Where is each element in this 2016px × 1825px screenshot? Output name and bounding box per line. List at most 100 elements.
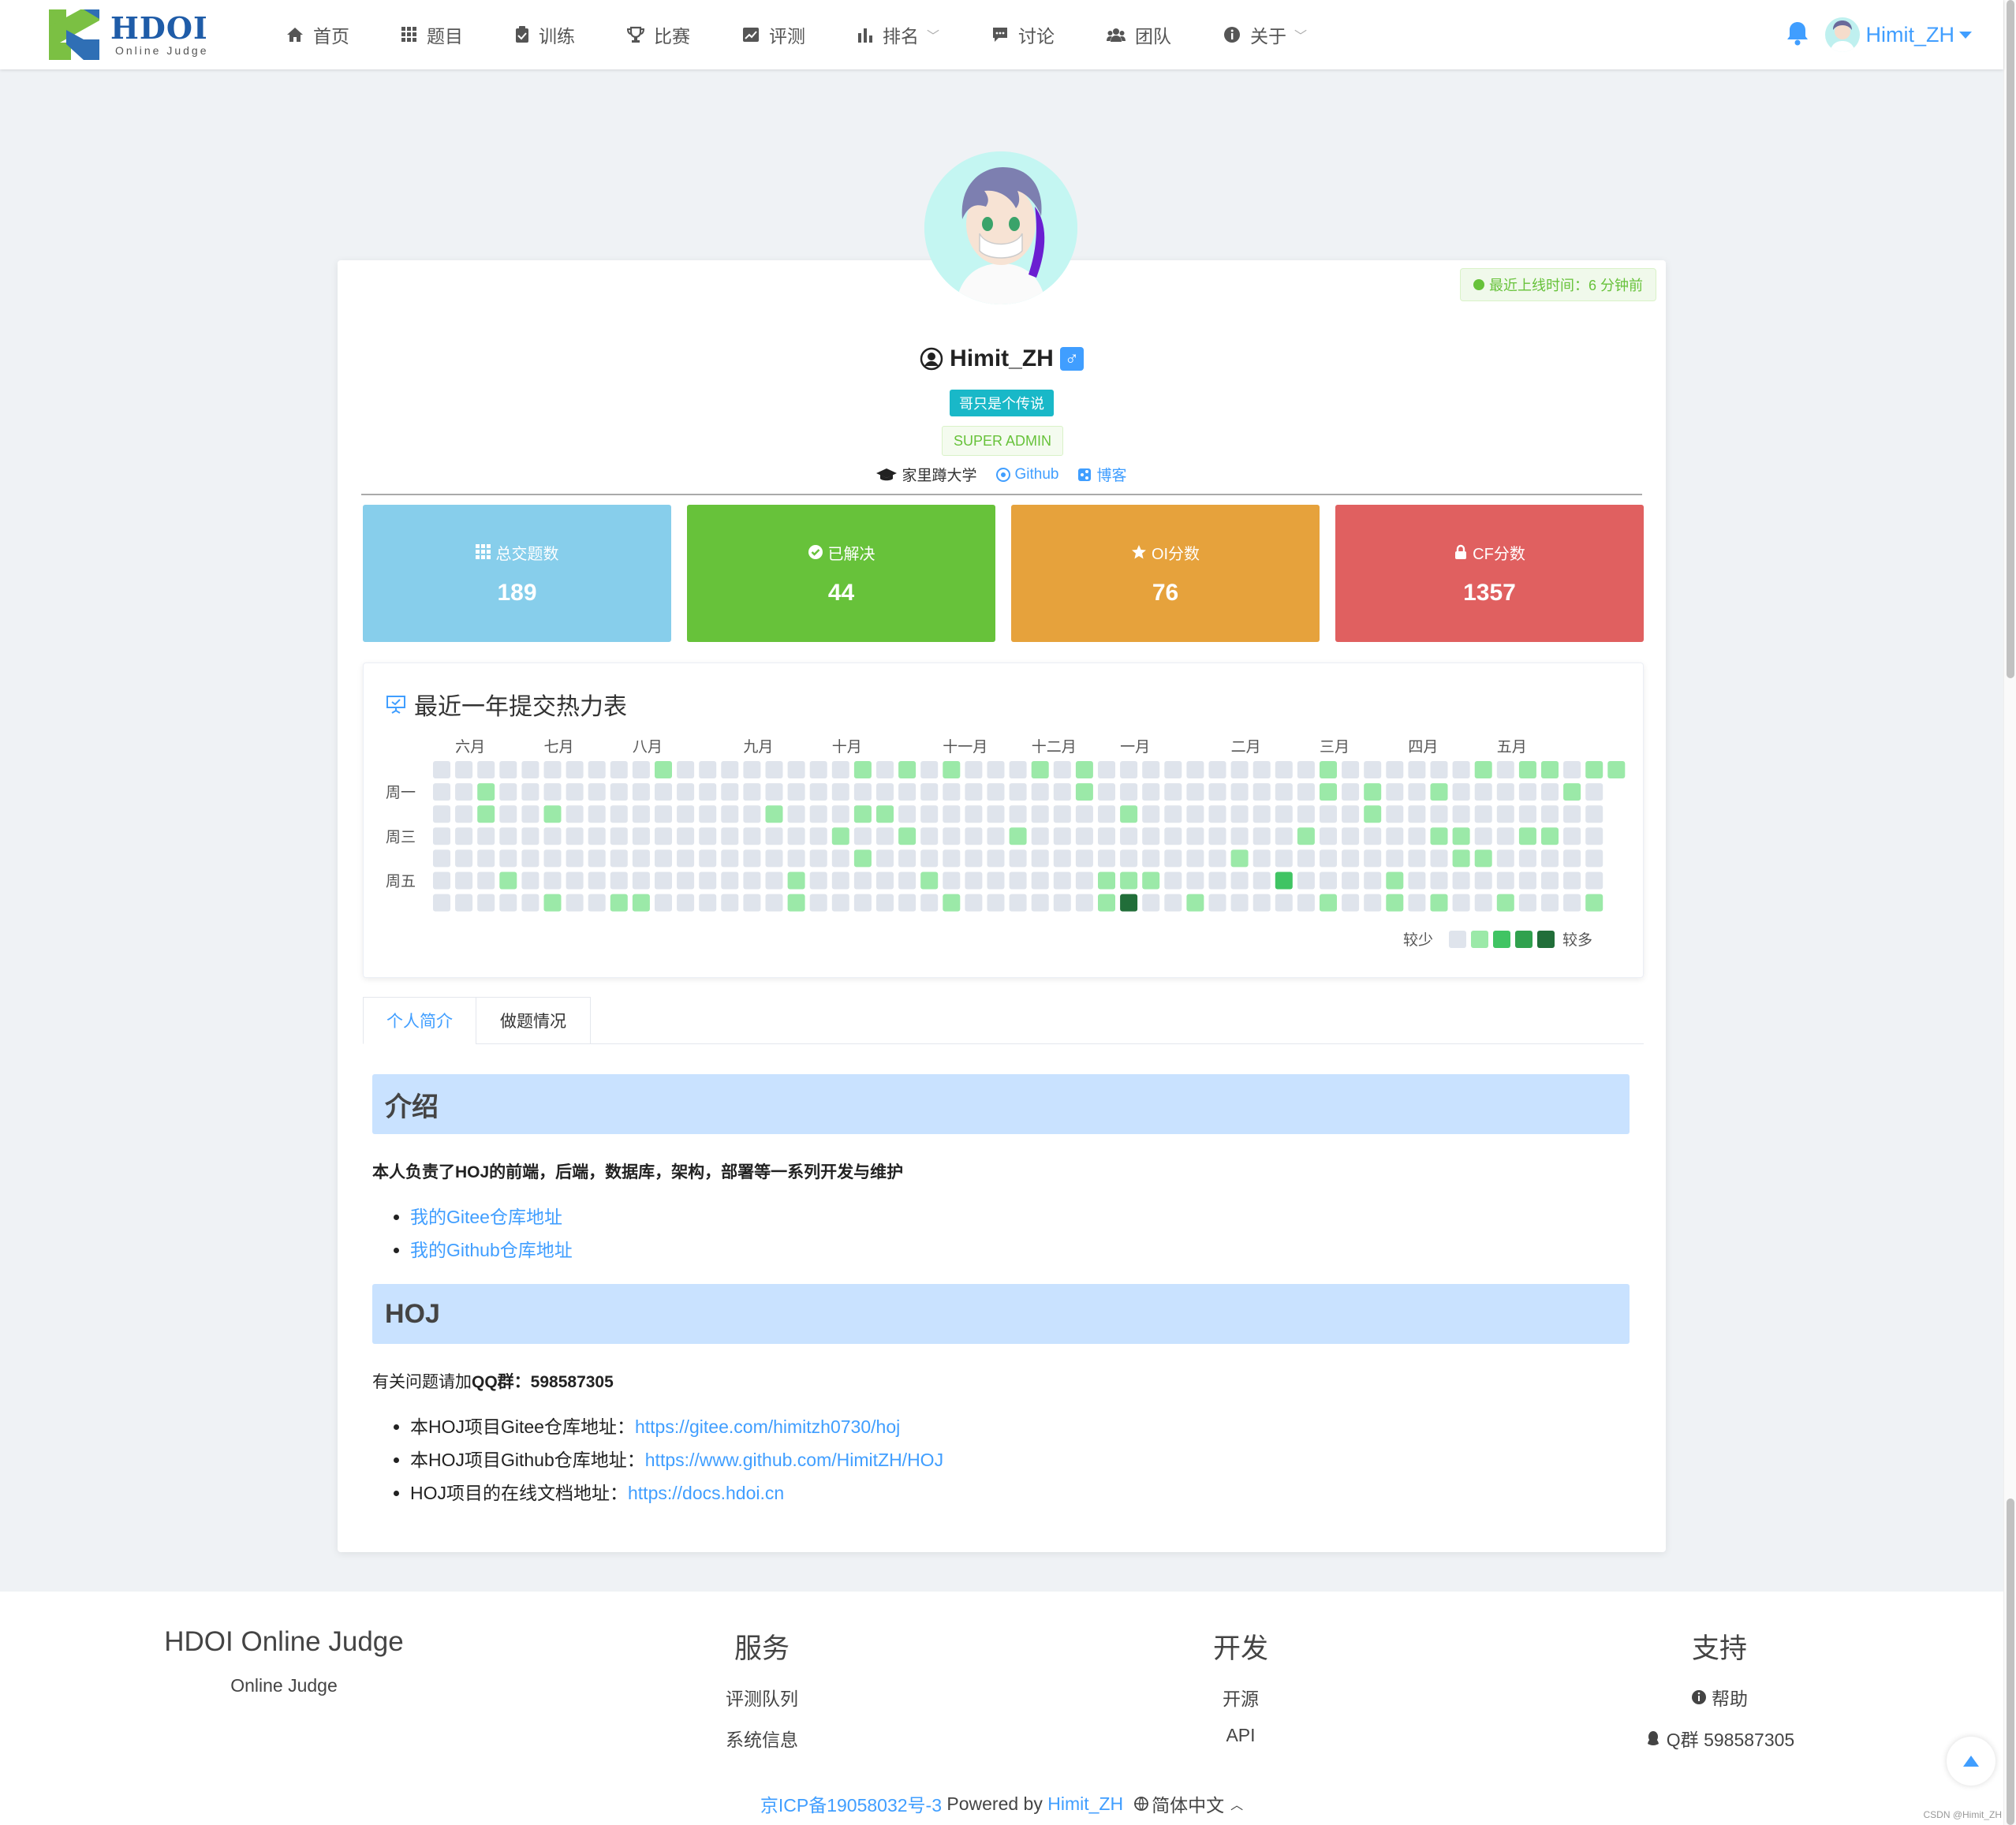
heatmap-cell[interactable] [566,827,584,845]
heatmap-cell[interactable] [1474,827,1492,845]
heatmap-cell[interactable] [1452,894,1470,912]
heatmap-cell[interactable] [743,761,761,778]
heatmap-cell[interactable] [1430,894,1448,912]
heatmap-cell[interactable] [965,827,983,845]
heatmap-cell[interactable] [1496,894,1514,912]
nav-item-6[interactable]: 讨论 [965,0,1081,69]
heatmap-cell[interactable] [1364,761,1382,778]
heatmap-cell[interactable] [543,783,562,801]
heatmap-cell[interactable] [1053,761,1071,778]
heatmap-cell[interactable] [1142,805,1160,823]
user-menu-button[interactable]: Himit_ZH [1866,23,1972,47]
heatmap-cell[interactable] [943,849,961,868]
heatmap-cell[interactable] [521,894,539,912]
heatmap-cell[interactable] [1120,761,1138,778]
heatmap-cell[interactable] [987,827,1005,845]
heatmap-cell[interactable] [987,894,1005,912]
heatmap-cell[interactable] [1053,827,1071,845]
heatmap-cell[interactable] [1342,827,1360,845]
heatmap-cell[interactable] [1053,849,1071,868]
heatmap-cell[interactable] [1364,827,1382,845]
heatmap-cell[interactable] [1297,849,1315,868]
heatmap-cell[interactable] [1518,871,1536,890]
heatmap-cell[interactable] [809,827,827,845]
heatmap-cell[interactable] [853,783,872,801]
heatmap-cell[interactable] [765,827,783,845]
heatmap-cell[interactable] [965,871,983,890]
heatmap-cell[interactable] [1208,849,1226,868]
heatmap-cell[interactable] [521,849,539,868]
heatmap-cell[interactable] [1142,761,1160,778]
heatmap-cell[interactable] [1075,783,1093,801]
heatmap-cell[interactable] [1342,894,1360,912]
heatmap-cell[interactable] [1474,894,1492,912]
heatmap-cell[interactable] [1452,849,1470,868]
heatmap-cell[interactable] [787,783,805,801]
heatmap-cell[interactable] [1320,761,1337,778]
nav-item-7[interactable]: 团队 [1081,0,1197,69]
heatmap-cell[interactable] [521,871,539,890]
heatmap-cell[interactable] [455,827,473,845]
heatmap-cell[interactable] [1164,849,1182,868]
heatmap-cell[interactable] [965,894,983,912]
heatmap-cell[interactable] [499,871,517,890]
heatmap-cell[interactable] [610,827,628,845]
language-switch[interactable]: 简体中文 ︿ [1134,1790,1243,1817]
heatmap-cell[interactable] [610,783,628,801]
heatmap-cell[interactable] [1563,894,1581,912]
bell-icon[interactable] [1786,21,1809,50]
heatmap-cell[interactable] [809,805,827,823]
heatmap-cell[interactable] [1342,783,1360,801]
heatmap-cell[interactable] [1563,761,1581,778]
heatmap-cell[interactable] [1452,761,1470,778]
heatmap-cell[interactable] [1275,783,1293,801]
heatmap-cell[interactable] [920,761,939,778]
heatmap-cell[interactable] [1009,894,1027,912]
heatmap-cell[interactable] [743,849,761,868]
heatmap-cell[interactable] [943,805,961,823]
heatmap-cell[interactable] [1563,827,1581,845]
heatmap-cell[interactable] [787,805,805,823]
heatmap-cell[interactable] [1120,805,1138,823]
heatmap-cell[interactable] [1208,761,1226,778]
footer-link-qq[interactable]: Q群 598587305 [1483,1725,1956,1752]
heatmap-cell[interactable] [1386,761,1404,778]
heatmap-cell[interactable] [1496,805,1514,823]
heatmap-cell[interactable] [1053,894,1071,912]
heatmap-cell[interactable] [477,827,495,845]
heatmap-cell[interactable] [477,805,495,823]
heatmap-cell[interactable] [965,849,983,868]
heatmap-cell[interactable] [1075,849,1093,868]
heatmap-cell[interactable] [1253,783,1271,801]
heatmap-cell[interactable] [1053,805,1071,823]
heatmap-cell[interactable] [1518,805,1536,823]
heatmap-cell[interactable] [1408,871,1426,890]
heatmap-cell[interactable] [588,849,606,868]
heatmap-cell[interactable] [987,761,1005,778]
heatmap-cell[interactable] [1585,761,1603,778]
heatmap-cell[interactable] [1253,849,1271,868]
heatmap-cell[interactable] [1208,871,1226,890]
docs-link[interactable]: https://docs.hdoi.cn [628,1483,784,1503]
heatmap-cell[interactable] [477,894,495,912]
heatmap-cell[interactable] [455,761,473,778]
heatmap-cell[interactable] [677,894,695,912]
heatmap-cell[interactable] [1408,761,1426,778]
heatmap-cell[interactable] [1541,871,1559,890]
heatmap-cell[interactable] [765,805,783,823]
heatmap-cell[interactable] [433,761,450,778]
heatmap-cell[interactable] [721,783,739,801]
github-repo-link[interactable]: 我的Github仓库地址 [410,1240,573,1260]
heatmap-cell[interactable] [965,805,983,823]
heatmap-cell[interactable] [831,827,849,845]
heatmap-cell[interactable] [721,827,739,845]
heatmap-cell[interactable] [1275,805,1293,823]
heatmap-cell[interactable] [1496,849,1514,868]
heatmap-cell[interactable] [809,849,827,868]
heatmap-cell[interactable] [1275,761,1293,778]
heatmap-cell[interactable] [1164,761,1182,778]
heatmap-cell[interactable] [1474,761,1492,778]
heatmap-cell[interactable] [655,871,672,890]
heatmap-cell[interactable] [1186,783,1204,801]
heatmap-cell[interactable] [1297,894,1315,912]
